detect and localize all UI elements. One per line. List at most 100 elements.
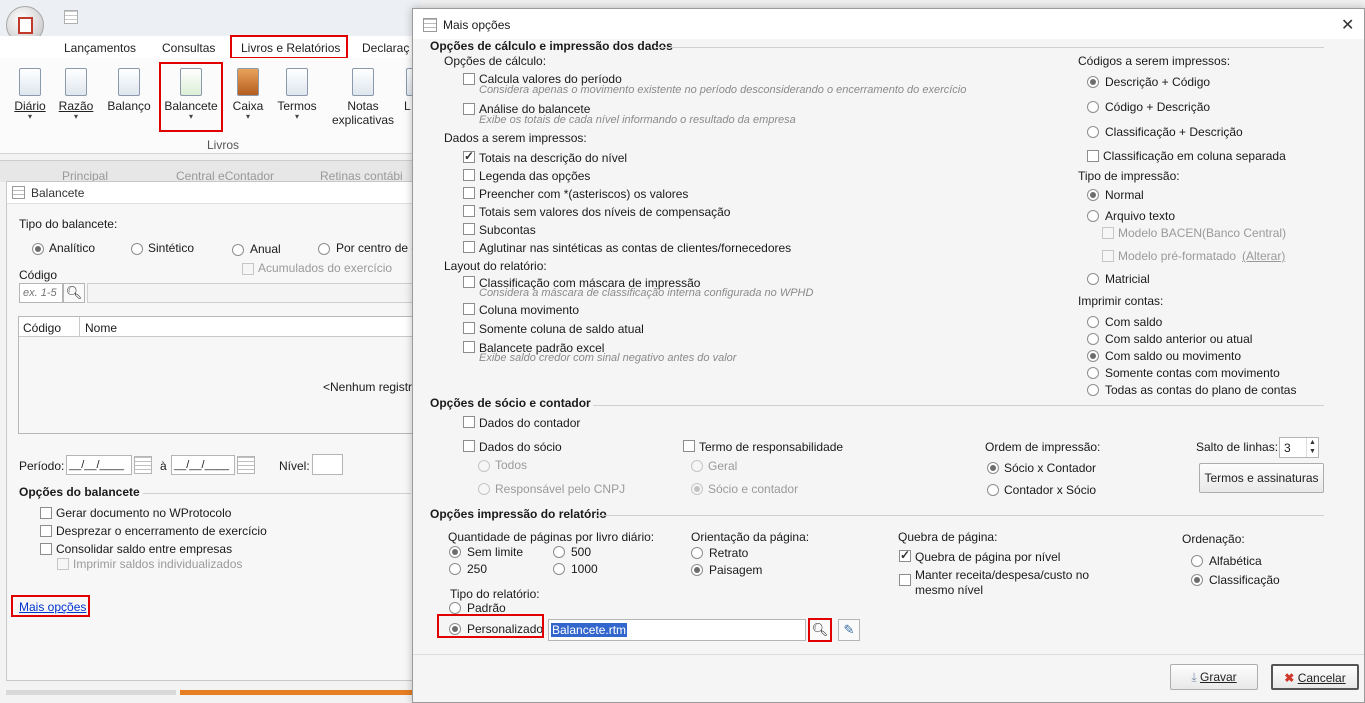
radio-padrao[interactable] <box>449 602 461 614</box>
radio-retrato[interactable] <box>691 547 703 559</box>
gravar-button[interactable]: ⤓ Gravar <box>1170 664 1258 690</box>
termo-checkbox[interactable] <box>683 440 695 452</box>
radio-todas-contas[interactable] <box>1087 384 1099 396</box>
manter-checkbox[interactable] <box>899 574 911 586</box>
radio-todos[interactable] <box>478 460 490 472</box>
diario-icon <box>19 68 41 96</box>
radio-250[interactable] <box>449 563 461 575</box>
radio-classificacao[interactable] <box>1191 574 1203 586</box>
preformatado-checkbox[interactable] <box>1102 250 1114 262</box>
radio-saldo-anterior[interactable] <box>1087 333 1099 345</box>
quick-access-grid-icon[interactable] <box>64 10 78 24</box>
radio-normal[interactable] <box>1087 189 1099 201</box>
subcontas-checkbox[interactable] <box>463 223 475 235</box>
radio-centro-custo[interactable] <box>318 243 330 255</box>
radio-500[interactable] <box>553 546 565 558</box>
codigo-input[interactable] <box>19 283 63 303</box>
highlight-mais-opcoes <box>11 595 90 617</box>
razao-icon <box>65 68 87 96</box>
totais-descricao-checkbox[interactable] <box>463 149 475 163</box>
radio-contador-x-socio[interactable] <box>987 484 999 496</box>
opc-calculo-label: Opções de cálculo: <box>444 54 547 68</box>
radio-somente-movimento[interactable] <box>1087 367 1099 379</box>
ribbon-notas-button[interactable]: Notas explicativas <box>330 68 396 127</box>
ribbon-caixa-button[interactable]: Caixa ▾ <box>230 68 266 121</box>
radio-paisagem[interactable] <box>691 564 703 576</box>
radio-matricial[interactable] <box>1087 273 1099 285</box>
ribbon-razao-button[interactable]: Razão ▾ <box>58 68 94 121</box>
totais-compensacao-checkbox[interactable] <box>463 205 475 217</box>
coluna-saldo-checkbox[interactable] <box>463 322 475 334</box>
calendar-icon[interactable] <box>237 456 255 474</box>
radio-alfabetica[interactable] <box>1191 555 1203 567</box>
legenda-checkbox[interactable] <box>463 169 475 181</box>
radio-analitico[interactable] <box>32 243 44 255</box>
radio-geral[interactable] <box>691 460 703 472</box>
contas-grid: Código Nome <Nenhum registr <box>18 316 413 434</box>
imprimir-saldos-checkbox[interactable] <box>57 558 69 570</box>
radio-descricao-codigo[interactable] <box>1087 76 1099 88</box>
wprotocolo-checkbox[interactable] <box>40 507 52 519</box>
acumulados-checkbox[interactable] <box>242 263 254 275</box>
radio-1000[interactable] <box>553 563 565 575</box>
radio-sem-limite[interactable] <box>449 546 461 558</box>
dados-contador-checkbox[interactable] <box>463 416 475 428</box>
padrao-excel-checkbox[interactable] <box>463 341 475 353</box>
col-nome[interactable]: Nome <box>85 321 117 335</box>
mascara-hint: Considera a máscara de classificação int… <box>479 287 814 299</box>
class-coluna-checkbox[interactable] <box>1087 150 1099 162</box>
totais-compensacao-label: Totais sem valores dos níveis de compens… <box>479 205 731 219</box>
alterar-link[interactable]: (Alterar) <box>1242 249 1285 263</box>
arquivo-rtm-input[interactable]: Balancete.rtm <box>548 619 806 641</box>
pag-500-label: 500 <box>571 545 592 559</box>
stepper-arrows-icon[interactable]: ▲ ▼ <box>1306 438 1318 457</box>
ribbon-diario-button[interactable]: Diário ▾ <box>12 68 48 121</box>
consolidar-checkbox[interactable] <box>40 543 52 555</box>
radio-socio-contador-termo[interactable] <box>691 483 703 495</box>
asteriscos-checkbox[interactable] <box>463 187 475 199</box>
ordenacao-label: Ordenação: <box>1182 532 1245 546</box>
ribbon-termos-button[interactable]: Termos ▾ <box>276 68 318 121</box>
periodo-fim-input[interactable]: __/__/____ <box>171 455 235 475</box>
menu-lancamentos[interactable]: Lançamentos <box>64 41 136 55</box>
periodo-inicio-input[interactable]: __/__/____ <box>66 455 132 475</box>
radio-sintetico[interactable] <box>131 243 143 255</box>
aglutinar-label: Aglutinar nas sintéticas as contas de cl… <box>479 241 792 255</box>
nivel-input[interactable] <box>312 454 343 475</box>
sem-limite-label: Sem limite <box>467 545 524 559</box>
menu-declaracoes[interactable]: Declaraç <box>362 41 409 55</box>
legenda-label: Legenda das opções <box>479 169 591 183</box>
close-icon[interactable]: ✕ <box>1341 15 1354 35</box>
mascara-checkbox[interactable] <box>463 276 475 288</box>
radio-saldo-movimento[interactable] <box>1087 350 1099 362</box>
radio-classificacao-descricao[interactable] <box>1087 126 1099 138</box>
radio-resp-cnpj[interactable] <box>478 483 490 495</box>
radio-com-saldo[interactable] <box>1087 316 1099 328</box>
analise-checkbox[interactable] <box>463 103 475 115</box>
radio-codigo-descricao[interactable] <box>1087 101 1099 113</box>
coluna-movimento-checkbox[interactable] <box>463 303 475 315</box>
search-icon[interactable]: 🔍︎ <box>808 618 832 642</box>
aglutinar-checkbox[interactable] <box>463 241 475 253</box>
bacen-checkbox[interactable] <box>1102 227 1114 239</box>
document-tabs: Principal Central eContador Retinas cont… <box>0 160 420 183</box>
termos-assinaturas-button[interactable]: Termos e assinaturas <box>1199 463 1324 493</box>
col-codigo[interactable]: Código <box>23 321 61 335</box>
radio-arquivo-texto[interactable] <box>1087 210 1099 222</box>
menu-consultas[interactable]: Consultas <box>162 41 215 55</box>
salto-linhas-label: Salto de linhas: <box>1196 440 1279 454</box>
calcula-checkbox[interactable] <box>463 73 475 85</box>
ribbon-balanco-button[interactable]: Balanço <box>106 68 152 113</box>
radio-socio-x-contador[interactable] <box>987 462 999 474</box>
calendar-icon[interactable] <box>134 456 152 474</box>
quebra-nivel-checkbox[interactable] <box>899 548 911 562</box>
cancelar-button[interactable]: ✖ Cancelar <box>1271 664 1359 690</box>
dados-socio-label: Dados do sócio <box>479 440 562 454</box>
desprezar-checkbox[interactable] <box>40 525 52 537</box>
consolidar-label: Consolidar saldo entre empresas <box>56 542 233 556</box>
radio-anual[interactable] <box>232 244 244 256</box>
alfabetica-label: Alfabética <box>1209 554 1262 568</box>
dados-socio-checkbox[interactable] <box>463 440 475 452</box>
edit-icon[interactable]: ✎ <box>838 619 860 641</box>
search-icon[interactable]: 🔍︎ <box>63 283 85 303</box>
